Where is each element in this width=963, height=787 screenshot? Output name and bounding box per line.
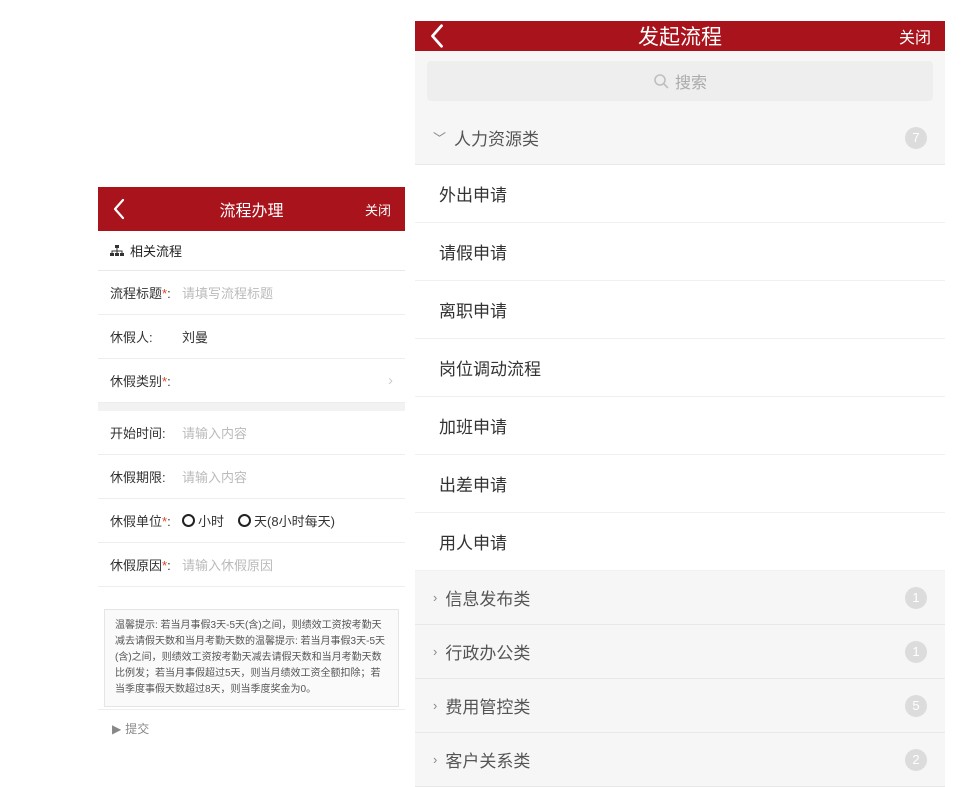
reason-label: 休假原因*: [110,555,182,574]
category-label: 人力资源类 [454,125,905,150]
back-button[interactable] [112,198,126,220]
divider [98,403,405,411]
search-placeholder: 搜索 [675,69,707,93]
list-item[interactable]: 外出申请 [415,165,945,223]
search-input[interactable]: 搜索 [427,61,933,101]
flow-icon [110,245,124,257]
category-admin[interactable]: › 行政办公类 1 [415,625,945,679]
chevron-right-icon: › [433,590,437,605]
category-label: 客户关系类 [445,747,905,772]
category-hr[interactable]: ﹀ 人力资源类 7 [415,111,945,165]
category-crm[interactable]: › 客户关系类 2 [415,733,945,787]
category-count-badge: 2 [905,749,927,771]
unit-radio-day[interactable]: 天(8小时每天) [238,511,335,530]
category-count-badge: 1 [905,587,927,609]
start-time-label: 开始时间: [110,423,182,442]
reason-row[interactable]: 休假原因*: 请输入休假原因 [98,543,405,587]
tip-box: 温馨提示: 若当月事假3天-5天(含)之间，则绩效工资按考勤天减去请假天数和当月… [104,609,399,707]
category-count-badge: 1 [905,641,927,663]
process-title-input[interactable]: 请填写流程标题 [182,283,393,302]
start-time-input[interactable]: 请输入内容 [182,423,393,442]
chevron-left-icon [429,23,445,49]
search-icon [653,73,669,89]
category-count-badge: 5 [905,695,927,717]
start-time-row[interactable]: 开始时间: 请输入内容 [98,411,405,455]
category-label: 行政办公类 [445,639,905,664]
list-item[interactable]: 用人申请 [415,513,945,571]
left-bottom: 温馨提示: 若当月事假3天-5天(含)之间，则绩效工资按考勤天减去请假天数和当月… [98,609,405,747]
process-title-label: 流程标题*: [110,283,182,302]
right-screen: 发起流程 关闭 搜索 ﹀ 人力资源类 7 外出申请 请假申请 离职申请 岗位调动… [415,21,945,741]
category-expense[interactable]: › 费用管控类 5 [415,679,945,733]
left-header-title: 流程办理 [219,197,283,221]
search-wrap: 搜索 [415,51,945,111]
category-label: 费用管控类 [445,693,905,718]
chevron-right-icon: › [388,372,393,389]
chevron-right-icon: › [433,752,437,767]
category-label: 信息发布类 [445,585,905,610]
duration-label: 休假期限: [110,467,182,486]
left-close-button[interactable]: 关闭 [365,200,391,219]
leave-type-label: 休假类别*: [110,371,182,390]
radio-icon [238,514,251,527]
list-item[interactable]: 离职申请 [415,281,945,339]
person-label: 休假人: [110,327,182,346]
unit-row: 休假单位*: 小时 天(8小时每天) [98,499,405,543]
chevron-right-icon: › [433,644,437,659]
chevron-right-icon: › [433,698,437,713]
reason-input[interactable]: 请输入休假原因 [182,555,393,574]
chevron-left-icon [112,198,126,220]
list-item[interactable]: 请假申请 [415,223,945,281]
chevron-down-icon: ﹀ [433,128,446,147]
back-button[interactable] [429,23,445,49]
unit-radio-hour[interactable]: 小时 [182,511,224,530]
unit-label: 休假单位*: [110,511,182,530]
person-row: 休假人: 刘曼 [98,315,405,359]
left-header: 流程办理 关闭 [98,187,405,231]
list-item[interactable]: 加班申请 [415,397,945,455]
section-title: 相关流程 [130,241,182,260]
category-info[interactable]: › 信息发布类 1 [415,571,945,625]
related-process-header: 相关流程 [98,231,405,271]
person-value: 刘曼 [182,327,393,346]
leave-type-row[interactable]: 休假类别*: › [98,359,405,403]
right-close-button[interactable]: 关闭 [899,24,931,48]
unit-radio-group: 小时 天(8小时每天) [182,511,335,530]
process-title-row[interactable]: 流程标题*: 请填写流程标题 [98,271,405,315]
category-count-badge: 7 [905,127,927,149]
list-item[interactable]: 出差申请 [415,455,945,513]
triangle-right-icon: ▶ [112,722,121,736]
list-item[interactable]: 岗位调动流程 [415,339,945,397]
right-header-title: 发起流程 [638,21,722,51]
radio-icon [182,514,195,527]
left-screen: 流程办理 关闭 相关流程 流程标题*: 请填写流程标题 休假人: 刘曼 休假类别… [98,187,405,747]
right-header: 发起流程 关闭 [415,21,945,51]
duration-input[interactable]: 请输入内容 [182,467,393,486]
duration-row[interactable]: 休假期限: 请输入内容 [98,455,405,499]
submit-button[interactable]: ▶ 提交 [98,709,405,747]
